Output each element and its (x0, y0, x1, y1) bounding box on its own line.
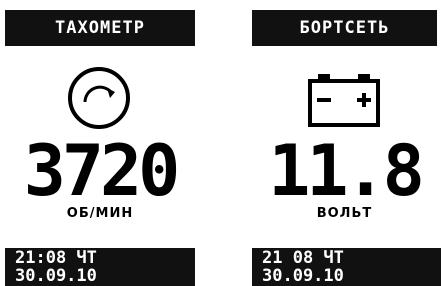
rpm-readout: 3720 (23, 130, 181, 212)
voltmeter-title: БОРТСЕТЬ (252, 10, 437, 46)
tachometer-panel: ТАХОМЕТР 3720 ОБ/МИН 21:08 ЧТ 30.09.10 (5, 0, 195, 286)
clock-time: 21 08 ЧТ (262, 248, 344, 268)
clock-date: 30.09.10 (262, 266, 344, 286)
voltage-readout: 11.8 (268, 130, 425, 212)
clock-date: 30.09.10 (15, 266, 97, 286)
speedometer-icon (63, 62, 135, 134)
clock-display: 21:08 ЧТ 30.09.10 (5, 248, 195, 286)
rpm-unit-label: ОБ/МИН (66, 205, 134, 221)
voltmeter-panel: БОРТСЕТЬ 11.8 ВОЛЬТ 21 08 ЧТ 30.09.10 (252, 0, 441, 286)
clock-time: 21:08 ЧТ (15, 248, 97, 268)
battery-icon (304, 70, 384, 130)
voltage-unit-label: ВОЛЬТ (316, 205, 373, 221)
clock-display: 21 08 ЧТ 30.09.10 (252, 248, 441, 286)
tachometer-title: ТАХОМЕТР (5, 10, 195, 46)
